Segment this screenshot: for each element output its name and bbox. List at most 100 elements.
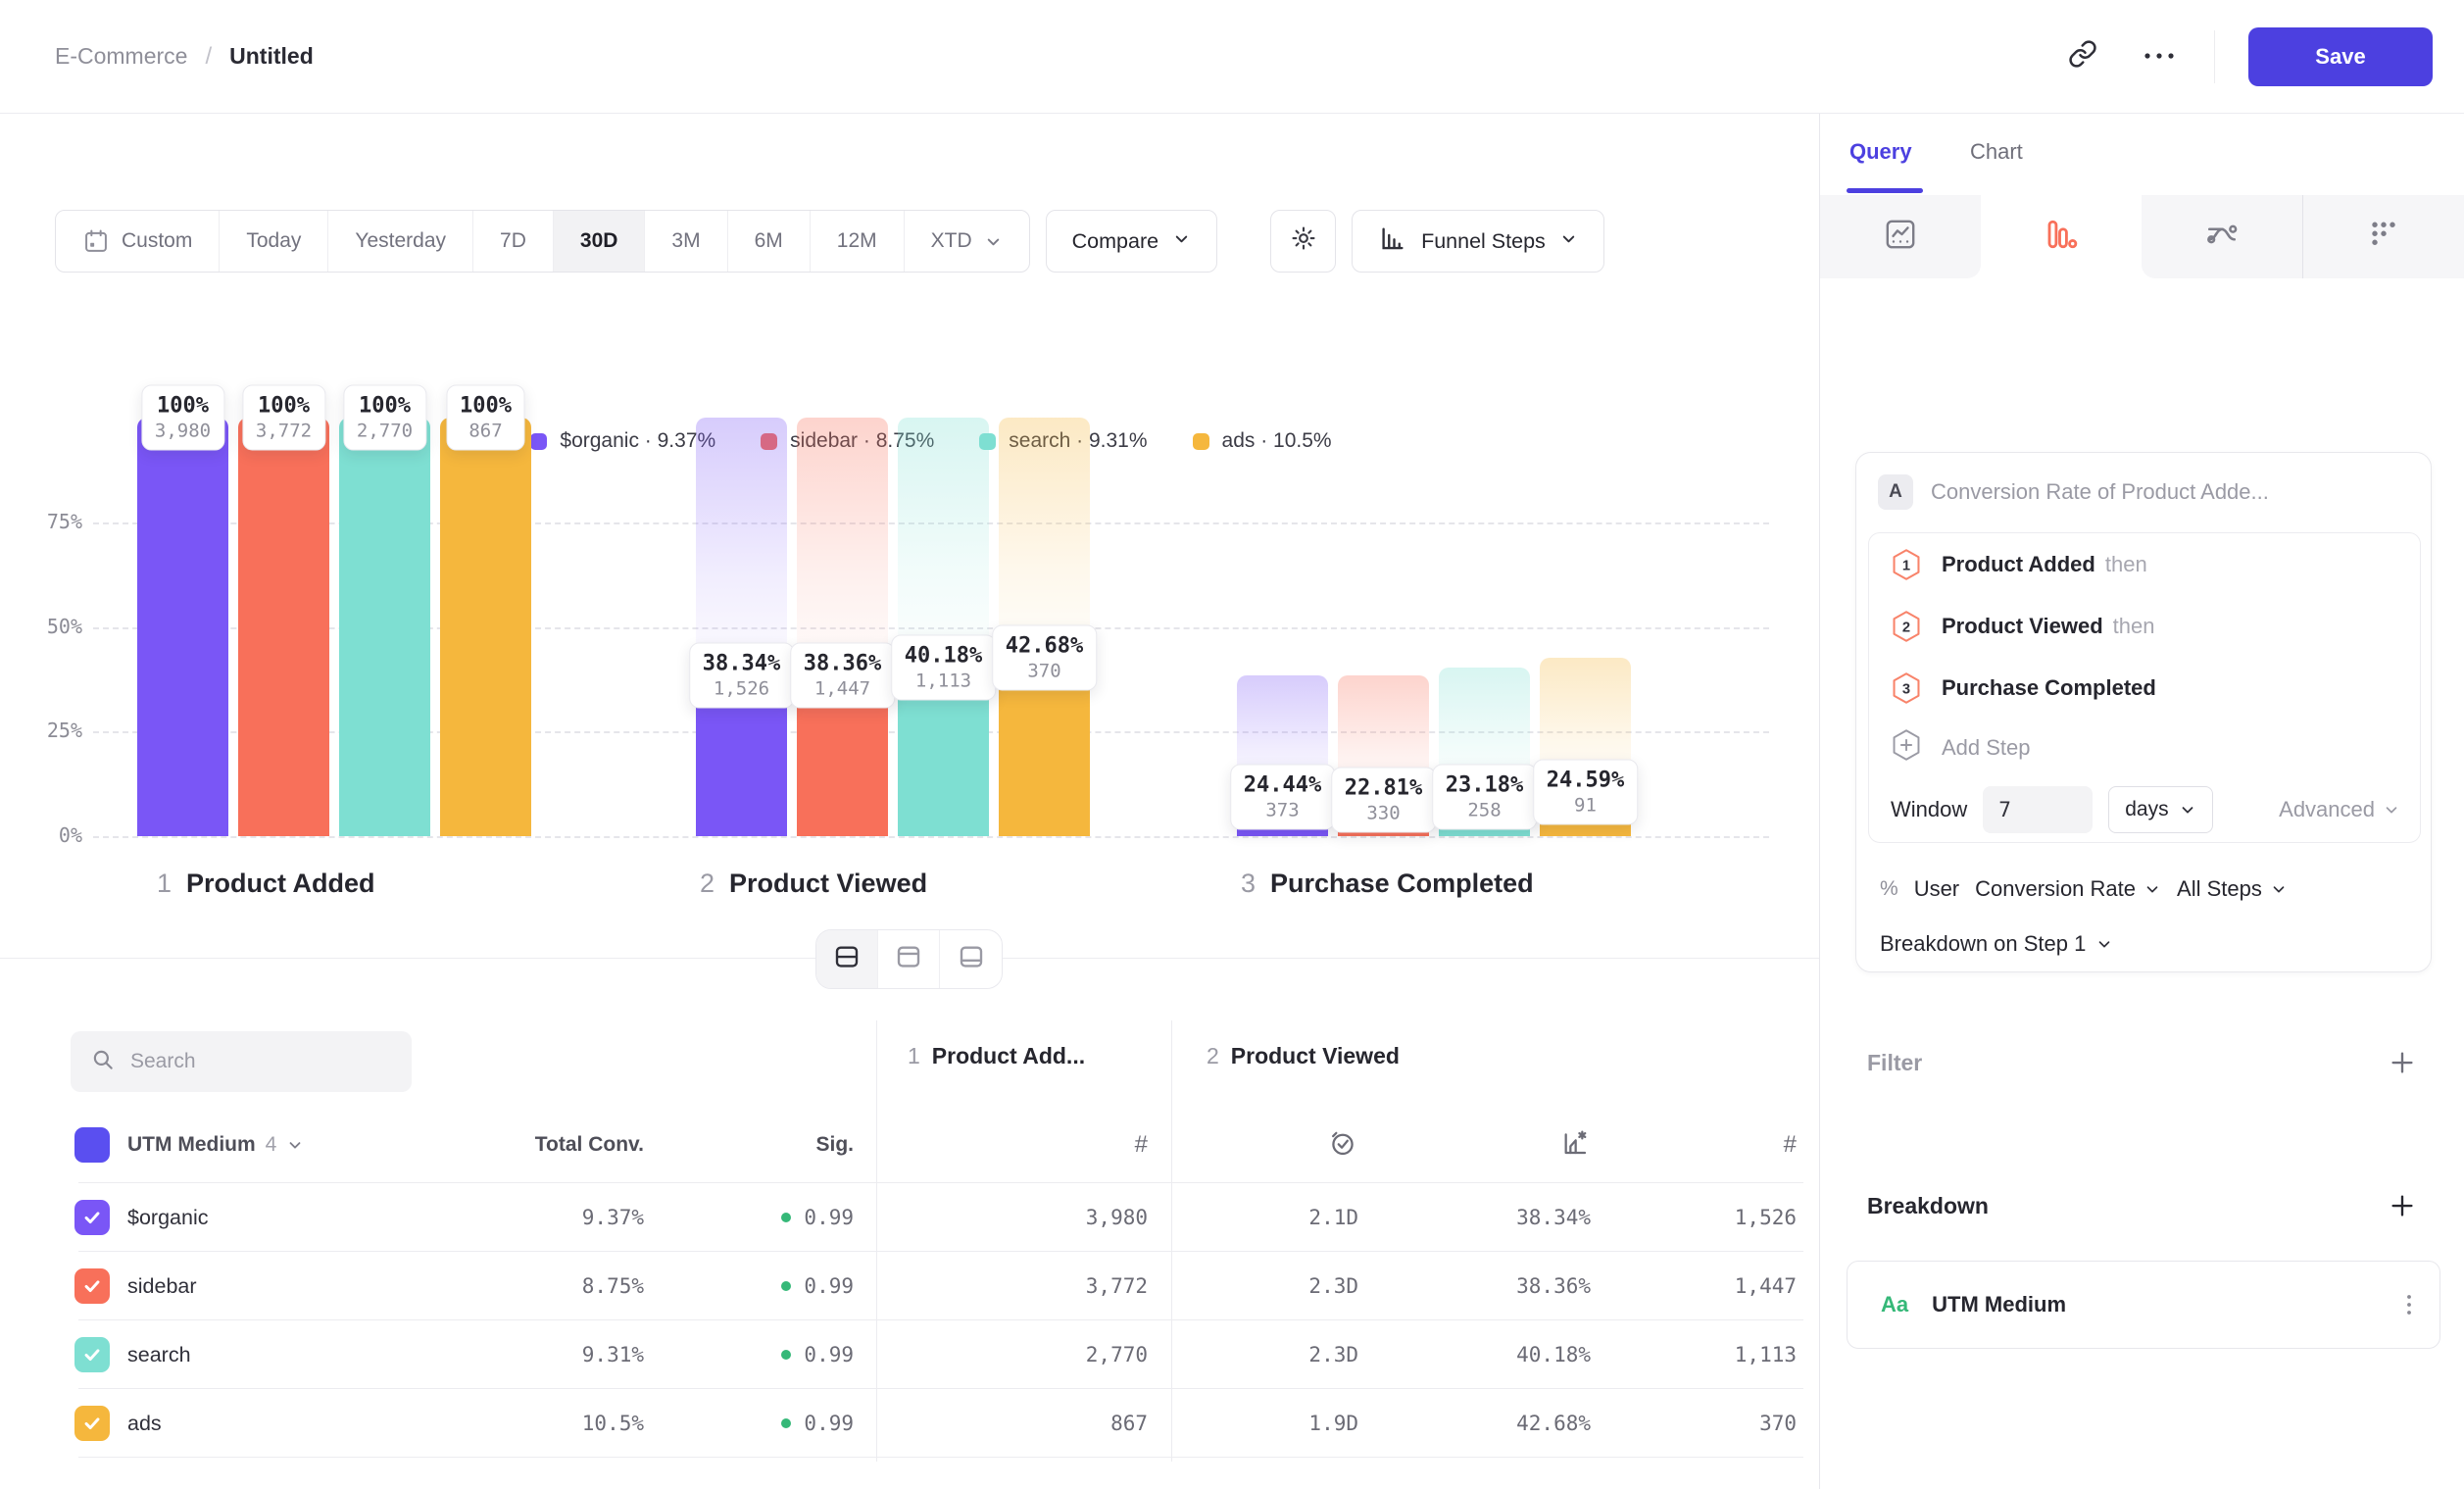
bar-value-tooltip: 100%3,772	[242, 385, 325, 451]
range-6m[interactable]: 6M	[728, 211, 811, 272]
range-30d[interactable]: 30D	[554, 211, 646, 272]
measure-scope-select[interactable]: All Steps	[2177, 876, 2288, 902]
sig-header[interactable]: Sig.	[815, 1133, 854, 1157]
segment-name[interactable]: search	[127, 1343, 191, 1367]
chart-settings-button[interactable]	[1270, 210, 1336, 273]
segment-name[interactable]: ads	[127, 1412, 162, 1436]
range-7d[interactable]: 7D	[473, 211, 554, 272]
metric-step-row[interactable]: 1Product Addedthen	[1869, 533, 2420, 595]
funnel-bar[interactable]	[339, 418, 430, 836]
total-conv-header[interactable]: Total Conv.	[535, 1133, 644, 1157]
chart-type-retention-tab[interactable]	[2302, 195, 2464, 278]
chart-type-insights-tab[interactable]	[1820, 195, 1981, 278]
more-menu-button[interactable]	[2138, 35, 2181, 78]
significance-value: 0.99	[804, 1274, 854, 1298]
range-3m[interactable]: 3M	[645, 211, 727, 272]
row-checkbox[interactable]	[74, 1337, 110, 1372]
breakdown-property-label: UTM Medium	[1932, 1292, 2066, 1317]
funnel-step-label: 1Product Added	[157, 869, 375, 899]
bar-value-tooltip: 40.18%1,113	[891, 635, 996, 701]
select-all-checkbox[interactable]	[74, 1127, 110, 1163]
funnel-bar[interactable]	[137, 418, 228, 836]
bar-percent-label: 100%	[460, 394, 512, 419]
step2-count: 1,447	[1735, 1274, 1797, 1298]
layout-split-button[interactable]	[816, 930, 878, 988]
table-step2-header[interactable]: 2Product Viewed	[1207, 1043, 1400, 1069]
significance-value: 0.99	[804, 1343, 854, 1366]
save-button[interactable]: Save	[2248, 27, 2433, 86]
bar-count-label: 2,770	[357, 421, 413, 442]
add-step-button[interactable]: Add Step	[1869, 719, 2420, 777]
range-yesterday[interactable]: Yesterday	[328, 211, 473, 272]
metric-summary-text: Conversion Rate of Product Adde...	[1931, 479, 2269, 505]
window-unit-select[interactable]: days	[2108, 786, 2212, 833]
segment-name[interactable]: sidebar	[127, 1274, 197, 1299]
visualization-selector-button[interactable]: Funnel Steps	[1352, 210, 1604, 273]
range-12m[interactable]: 12M	[811, 211, 905, 272]
kebab-menu-icon[interactable]	[2404, 1290, 2414, 1319]
add-breakdown-button[interactable]	[2388, 1191, 2417, 1220]
range-custom[interactable]: Custom	[56, 211, 220, 272]
significance-dot	[781, 1213, 791, 1222]
step2-avg-time: 2.3D	[1308, 1343, 1358, 1366]
funnel-steps-icon	[1378, 224, 1407, 259]
breakdown-property-card[interactable]: Aa UTM Medium	[1847, 1261, 2440, 1349]
measure-entity[interactable]: User	[1914, 876, 1959, 902]
tab-chart[interactable]: Chart	[1970, 139, 2023, 165]
y-axis-tick: 25%	[20, 719, 82, 742]
chart-type-flows-tab[interactable]	[2142, 195, 2302, 278]
legend-item[interactable]: $organic · 9.37%	[530, 429, 715, 453]
legend-swatch	[1193, 433, 1209, 450]
percent-icon: %	[1880, 877, 1898, 901]
row-checkbox[interactable]	[74, 1406, 110, 1441]
add-filter-button[interactable]	[2388, 1048, 2417, 1077]
breadcrumb-report-title[interactable]: Untitled	[229, 43, 314, 70]
conversion-rate-icon[interactable]	[1559, 1127, 1591, 1164]
bar-percent-label: 100%	[155, 394, 211, 419]
share-link-button[interactable]	[2061, 35, 2104, 78]
table-step1-header[interactable]: 1Product Add...	[908, 1043, 1085, 1069]
svg-text:2: 2	[1902, 620, 1910, 635]
avg-time-icon[interactable]	[1327, 1127, 1358, 1164]
measure-type-select[interactable]: Conversion Rate	[1975, 876, 2161, 902]
advanced-toggle[interactable]: Advanced	[2279, 797, 2400, 822]
funnel-ghost-bar	[696, 418, 787, 675]
funnel-bar[interactable]	[238, 418, 329, 836]
compare-button[interactable]: Compare	[1046, 210, 1217, 273]
breakdown-column-header[interactable]: UTM Medium	[127, 1133, 256, 1157]
segment-name[interactable]: $organic	[127, 1206, 208, 1230]
conversion-window-row: Window days Advanced	[1869, 777, 2420, 842]
tab-query[interactable]: Query	[1849, 139, 1912, 165]
window-label: Window	[1891, 797, 1967, 822]
layout-table-only-button[interactable]	[940, 930, 1002, 988]
legend-item[interactable]: ads · 10.5%	[1193, 429, 1332, 453]
breakdown-on-step-select[interactable]: Breakdown on Step 1	[1880, 922, 2113, 966]
breadcrumb-project[interactable]: E-Commerce	[55, 43, 187, 70]
metric-step-row[interactable]: 2Product Viewedthen	[1869, 595, 2420, 657]
row-checkbox[interactable]	[74, 1268, 110, 1304]
gear-icon	[1289, 224, 1318, 259]
breadcrumb: E-Commerce / Untitled	[55, 43, 314, 71]
row-checkbox[interactable]	[74, 1200, 110, 1235]
layout-chart-only-button[interactable]	[878, 930, 940, 988]
chart-type-funnels-tab[interactable]	[1981, 195, 2142, 278]
search-input[interactable]	[130, 1050, 392, 1073]
chevron-down-icon[interactable]	[286, 1136, 304, 1154]
metric-step-row[interactable]: 3Purchase Completed	[1869, 657, 2420, 719]
significance-value: 0.99	[804, 1412, 854, 1435]
step2-avg-time: 2.1D	[1308, 1206, 1358, 1229]
bar-value-tooltip: 24.59%91	[1533, 760, 1638, 825]
funnel-bar[interactable]	[440, 418, 531, 836]
bar-value-tooltip: 23.18%258	[1432, 765, 1537, 830]
funnel-icon	[2044, 217, 2079, 257]
count-icon[interactable]: #	[1784, 1131, 1797, 1159]
metric-summary-row[interactable]: A Conversion Rate of Product Adde...	[1878, 474, 2269, 510]
table-row: search9.31%0.992,7702.3D40.18%1,113	[0, 1320, 1820, 1389]
range-xtd[interactable]: XTD	[905, 211, 1029, 272]
breadcrumb-separator: /	[205, 43, 212, 71]
window-value-input[interactable]	[1983, 786, 2093, 833]
step-number-hexagon-icon: 2	[1891, 610, 1922, 643]
range-today[interactable]: Today	[220, 211, 328, 272]
count-icon[interactable]: #	[1135, 1131, 1148, 1159]
bar-count-label: 867	[460, 421, 512, 442]
